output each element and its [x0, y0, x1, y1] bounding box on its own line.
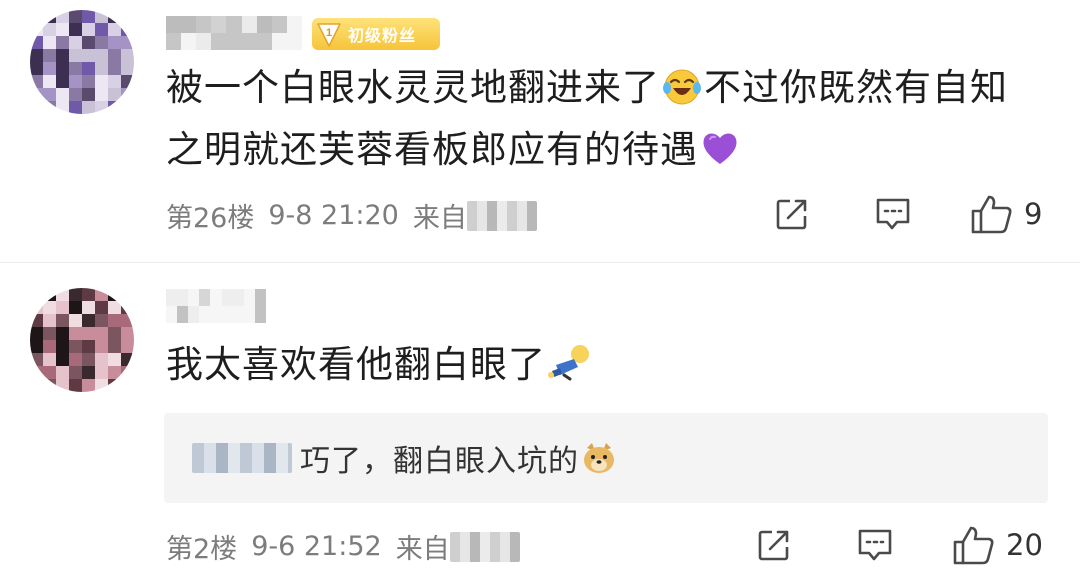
laughing-crying-emoji	[662, 63, 702, 105]
share-button[interactable]	[756, 527, 792, 563]
like-count: 9	[1024, 197, 1043, 231]
avatar[interactable]	[30, 288, 134, 392]
reply-preview[interactable]: 巧了，翻白眼入坑的	[164, 413, 1048, 503]
thumbs-up-icon	[971, 195, 1012, 234]
comment-item: 我太喜欢看他翻白眼了 巧了，翻白眼入坑的 第2楼 9-6 21:52 来自 20	[0, 263, 1080, 580]
comment-meta: 第26楼 9-8 21:20 来自	[166, 196, 537, 235]
comment-datetime: 9-6 21:52	[251, 531, 382, 562]
comment-text: 被一个白眼水灵灵地翻进来了 不过你既然有自知 之明就还芙蓉看板郎应有的待遇	[166, 57, 1046, 181]
reply-text: 巧了，翻白眼入坑的	[300, 444, 579, 479]
doge-emoji	[581, 440, 617, 476]
share-icon	[758, 530, 789, 561]
share-button[interactable]	[774, 196, 810, 232]
thumbs-up-icon	[953, 526, 994, 565]
comment-text-part: 我太喜欢看他翻白眼了	[166, 343, 546, 386]
location-blurred	[449, 531, 520, 562]
from-label: 来自	[412, 203, 467, 234]
comment-text-part: 之明就还芙蓉看板郎应有的待遇	[166, 128, 698, 171]
reply-button[interactable]	[874, 196, 912, 232]
fan-badge[interactable]: 1 初级粉丝	[312, 18, 440, 50]
fan-level-icon: 1	[314, 19, 344, 49]
from-label: 来自	[395, 534, 450, 565]
avatar-pixelated	[30, 10, 134, 114]
purple-heart-emoji	[700, 125, 740, 165]
comment-item: 1 初级粉丝 被一个白眼水灵灵地翻进来了 不过你既然有自知 之明就还芙蓉看板郎应…	[0, 0, 1080, 262]
like-count: 20	[1006, 528, 1043, 562]
comment-text: 我太喜欢看他翻白眼了	[166, 334, 1046, 396]
avatar[interactable]	[30, 10, 134, 114]
fainted-person-emoji	[548, 340, 589, 381]
reply-username-blurred[interactable]	[192, 443, 292, 473]
location-blurred	[466, 200, 537, 231]
floor-number: 第26楼	[166, 203, 255, 234]
comment-text-part: 不过你既然有自知	[704, 66, 1008, 109]
fan-badge-label: 初级粉丝	[348, 26, 417, 45]
comment-icon	[858, 529, 892, 561]
share-icon	[776, 199, 807, 230]
comment-icon	[876, 198, 910, 230]
floor-number: 第2楼	[166, 534, 238, 565]
comment-meta: 第2楼 9-6 21:52 来自	[166, 527, 520, 566]
reply-button[interactable]	[856, 527, 894, 563]
avatar-pixelated	[30, 288, 134, 392]
comment-text-part: 被一个白眼水灵灵地翻进来了	[166, 66, 660, 109]
comment-datetime: 9-8 21:20	[268, 200, 399, 231]
like-button[interactable]: 20	[952, 524, 1043, 566]
username-blurred[interactable]	[166, 16, 302, 50]
fan-level-number: 1	[326, 27, 332, 39]
username-blurred[interactable]	[166, 289, 266, 323]
like-button[interactable]: 9	[970, 193, 1042, 235]
